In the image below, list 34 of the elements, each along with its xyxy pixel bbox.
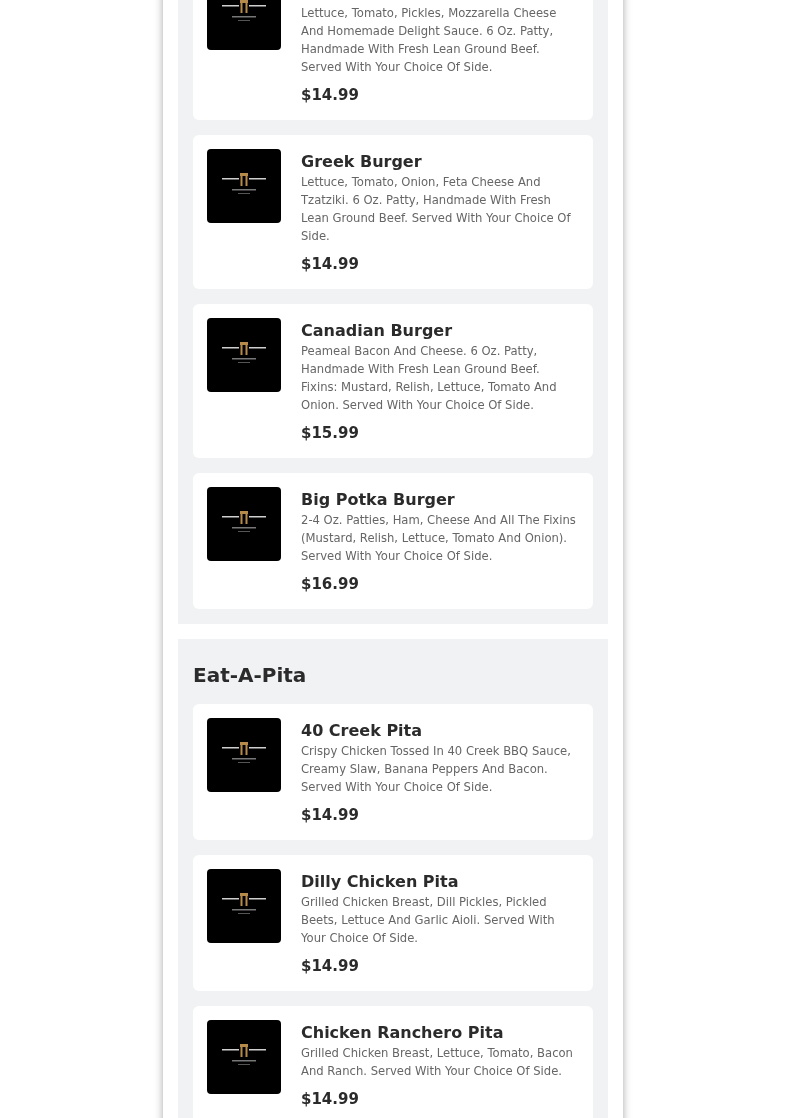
item-price: $14.99 — [301, 85, 360, 106]
logo-icon — [207, 318, 281, 392]
item-name: Big Potka Burger — [301, 489, 456, 511]
item-description: Grilled Chicken Breast, Dill Pickles, Pickled Beets, Lettuce And Garlic Aioli. Served With Your Choice Of Side. — [301, 894, 556, 947]
item-name: Dilly Chicken Pita — [301, 871, 460, 893]
section-title: Eat-A-Pita — [193, 663, 308, 687]
item-description: Lettuce, Tomato, Pickles, Mozzarella Cheese And Homemade Delight Sauce. 6 Oz. Patty, Handmade With Fresh Lean Ground Beef. Served With Your Choice Of Side. — [301, 5, 558, 76]
item-price: $14.99 — [301, 805, 360, 826]
menu-item-card[interactable]: Canadian Burger Peameal Bacon And Cheese. 6 Oz. Patty, Handmade With Fresh Lean Ground Beef. Fixins: Mustard, Relish, Lettuce, Tomato And Onion. Served With Your Choice Of Side. $15.99 — [193, 304, 593, 458]
item-price: $15.99 — [301, 423, 360, 444]
item-name: Canadian Burger — [301, 320, 454, 342]
item-description: Lettuce, Tomato, Onion, Feta Cheese And Tzatziki. 6 Oz. Patty, Handmade With Fresh Lean Ground Beef. Served With Your Choice Of Side. — [301, 174, 572, 245]
menu-item-card[interactable]: 40 Creek Pita Crispy Chicken Tossed In 40 Creek BBQ Sauce, Creamy Slaw, Banana Peppers And Bacon. Served With Your Choice Of Side. $14.99 — [193, 704, 593, 840]
item-name: 40 Creek Pita — [301, 720, 424, 742]
item-price: $14.99 — [301, 254, 360, 275]
logo-icon — [207, 487, 281, 561]
item-price: $14.99 — [301, 1089, 360, 1110]
logo-icon — [207, 869, 281, 943]
menu-item-card[interactable]: Dilly Chicken Pita Grilled Chicken Breast, Dill Pickles, Pickled Beets, Lettuce And Garlic Aioli. Served With Your Choice Of Side. $14.99 — [193, 855, 593, 991]
item-description: 2-4 Oz. Patties, Ham, Cheese And All The Fixins (Mustard, Relish, Lettuce, Tomato And Onion). Served With Your Choice Of Side. — [301, 512, 577, 565]
menu-item-card[interactable]: Lettuce, Tomato, Pickles, Mozzarella Cheese And Homemade Delight Sauce. 6 Oz. Patty, Handmade With Fresh Lean Ground Beef. Served With Your Choice Of Side. $14.99 — [193, 0, 593, 120]
item-description: Grilled Chicken Breast, Lettuce, Tomato, Bacon And Ranch. Served With Your Choice Of Side. — [301, 1045, 574, 1080]
menu-item-card[interactable]: Big Potka Burger 2-4 Oz. Patties, Ham, Cheese And All The Fixins (Mustard, Relish, Lettuce, Tomato And Onion). Served With Your Choice Of Side. $16.99 — [193, 473, 593, 609]
item-name: Greek Burger — [301, 151, 423, 173]
menu-item-card[interactable]: Greek Burger Lettuce, Tomato, Onion, Feta Cheese And Tzatziki. 6 Oz. Patty, Handmade With Fresh Lean Ground Beef. Served With Your Choice Of Side. $14.99 — [193, 135, 593, 289]
logo-icon — [207, 718, 281, 792]
logo-icon — [207, 1020, 281, 1094]
item-price: $14.99 — [301, 956, 360, 977]
item-price: $16.99 — [301, 574, 360, 595]
menu-item-card[interactable]: Chicken Ranchero Pita Grilled Chicken Breast, Lettuce, Tomato, Bacon And Ranch. Served With Your Choice Of Side. $14.99 — [193, 1006, 593, 1118]
logo-icon — [207, 149, 281, 223]
item-description: Crispy Chicken Tossed In 40 Creek BBQ Sauce, Creamy Slaw, Banana Peppers And Bacon. Served With Your Choice Of Side. — [301, 743, 572, 796]
item-name: Chicken Ranchero Pita — [301, 1022, 505, 1044]
item-description: Peameal Bacon And Cheese. 6 Oz. Patty, Handmade With Fresh Lean Ground Beef. Fixins: Mustard, Relish, Lettuce, Tomato And Onion. Served With Your Choice Of Side. — [301, 343, 558, 414]
